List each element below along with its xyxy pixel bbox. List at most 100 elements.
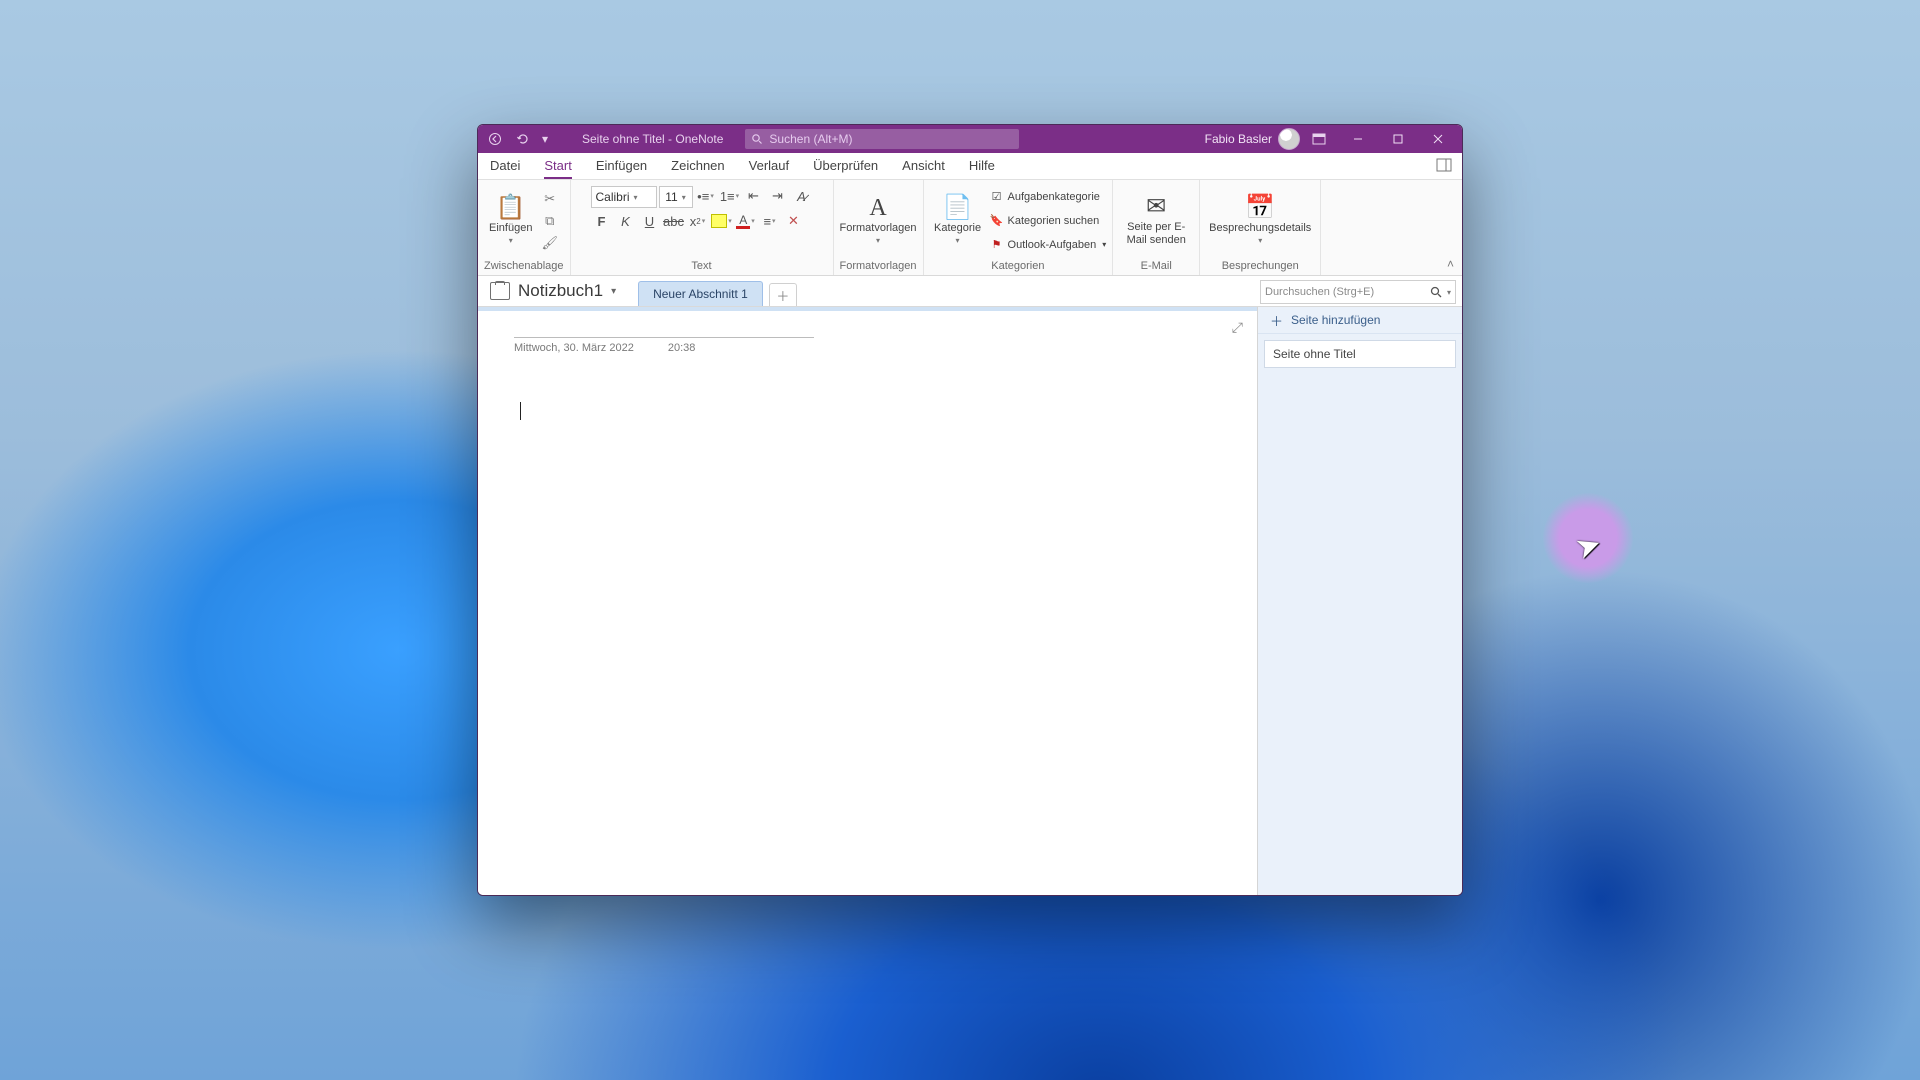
highlight-icon xyxy=(711,214,727,228)
group-label: Kategorien xyxy=(991,257,1044,275)
copy-button[interactable]: ⧉ xyxy=(539,211,561,231)
ribbon: 📋 Einfügen ▾ ✂ ⧉ 🖌 Zwischenablage xyxy=(478,180,1462,276)
group-text: Calibri▾ 11▾ •≡▾ 1≡▾ ⇤ ⇥ A̷ F K xyxy=(571,180,834,275)
outlook-tasks-button[interactable]: ⚑Outlook-Aufgaben▾ xyxy=(990,235,1107,255)
search-icon xyxy=(751,133,763,145)
onenote-window: ▾ Seite ohne Titel - OneNote Suchen (Alt… xyxy=(477,124,1463,896)
align-button[interactable]: ≡▾ xyxy=(759,211,781,231)
letter-a-icon: A xyxy=(869,196,886,220)
delete-format-button[interactable]: ✕ xyxy=(783,211,805,231)
add-section-button[interactable]: ＋ xyxy=(769,283,797,306)
font-name-combo[interactable]: Calibri▾ xyxy=(591,186,657,208)
tag-star-icon: 📄 xyxy=(943,196,973,220)
brush-icon: 🖌 xyxy=(541,235,558,251)
group-label: Besprechungen xyxy=(1222,257,1299,275)
ribbon-tab-strip: Datei Start Einfügen Zeichnen Verlauf Üb… xyxy=(478,153,1462,180)
tab-ansicht[interactable]: Ansicht xyxy=(890,153,957,179)
underline-button[interactable]: U xyxy=(639,211,661,231)
title-search[interactable]: Suchen (Alt+M) xyxy=(745,129,1019,149)
user-name-label: Fabio Basler xyxy=(1205,132,1272,146)
bold-button[interactable]: F xyxy=(591,211,613,231)
paste-button[interactable]: 📋 Einfügen ▾ xyxy=(487,187,535,255)
add-page-button[interactable]: ＋ Seite hinzufügen xyxy=(1258,307,1462,334)
undo-button[interactable] xyxy=(510,128,536,150)
align-icon: ≡ xyxy=(763,214,771,229)
outdent-icon: ⇤ xyxy=(748,188,759,204)
eraser-a-icon: A̷ xyxy=(797,189,806,204)
notebook-search-placeholder: Durchsuchen (Strg+E) xyxy=(1265,286,1374,298)
close-button[interactable] xyxy=(1418,125,1458,153)
chevron-down-icon: ▾ xyxy=(611,286,616,297)
x-icon: ✕ xyxy=(788,213,799,229)
flag-icon: ⚑ xyxy=(990,238,1004,251)
fullscreen-button[interactable]: ⤢ xyxy=(1232,319,1243,336)
task-tag-button[interactable]: ☑Aufgabenkategorie xyxy=(990,187,1107,207)
ribbon-mode-button[interactable] xyxy=(1306,128,1332,150)
tab-einfuegen[interactable]: Einfügen xyxy=(584,153,659,179)
subscript-button[interactable]: x2▾ xyxy=(687,211,709,231)
account-button[interactable]: Fabio Basler xyxy=(1205,128,1300,150)
clipboard-icon: 📋 xyxy=(496,196,526,220)
clear-format-button[interactable]: A̷ xyxy=(791,186,813,206)
tab-datei[interactable]: Datei xyxy=(478,153,532,179)
avatar xyxy=(1278,128,1300,150)
bullets-button[interactable]: •≡▾ xyxy=(695,186,717,206)
notebook-picker[interactable]: Notizbuch1 ▾ xyxy=(478,276,628,306)
tab-ueberpruefen[interactable]: Überprüfen xyxy=(801,153,890,179)
strikethrough-button[interactable]: abc xyxy=(663,211,685,231)
plus-icon: ＋ xyxy=(776,286,789,305)
title-underline xyxy=(514,337,814,338)
collapse-ribbon-button[interactable]: ˄ xyxy=(1447,257,1454,271)
bullets-icon: •≡ xyxy=(697,189,709,204)
main-area: ⤢ Mittwoch, 30. März 2022 20:38 ＋ Seite … xyxy=(478,307,1462,895)
cut-button[interactable]: ✂ xyxy=(539,189,561,209)
tag-button[interactable]: 📄 Kategorie ▾ xyxy=(930,187,986,255)
group-label: E-Mail xyxy=(1141,257,1172,275)
checkbox-icon: ☑ xyxy=(990,190,1004,203)
font-color-button[interactable]: A▾ xyxy=(735,211,757,231)
search-icon xyxy=(1430,286,1443,299)
back-button[interactable] xyxy=(482,128,508,150)
title-bar: ▾ Seite ohne Titel - OneNote Suchen (Alt… xyxy=(478,125,1462,153)
highlight-button[interactable]: ▾ xyxy=(711,211,733,231)
expand-icon: ⤢ xyxy=(1232,319,1243,335)
notes-pane-icon[interactable] xyxy=(1436,158,1452,172)
page-title-area[interactable]: Mittwoch, 30. März 2022 20:38 xyxy=(514,337,1221,354)
numbering-button[interactable]: 1≡▾ xyxy=(719,186,741,206)
section-color-strip xyxy=(478,307,1257,311)
group-label: Text xyxy=(691,257,711,275)
page-canvas[interactable]: ⤢ Mittwoch, 30. März 2022 20:38 xyxy=(478,307,1257,895)
envelope-icon: ✉ xyxy=(1146,195,1166,219)
format-painter-button[interactable]: 🖌 xyxy=(539,233,561,253)
meeting-details-button[interactable]: 📅 Besprechungsdetails ▾ xyxy=(1206,187,1314,255)
outdent-button[interactable]: ⇤ xyxy=(743,186,765,206)
group-email: ✉ Seite per E- Mail senden E-Mail xyxy=(1113,180,1200,275)
page-list-item[interactable]: Seite ohne Titel xyxy=(1264,340,1456,368)
notebook-search[interactable]: Durchsuchen (Strg+E) ▾ xyxy=(1260,280,1456,304)
styles-button[interactable]: A Formatvorlagen ▾ xyxy=(841,187,915,255)
tab-hilfe[interactable]: Hilfe xyxy=(957,153,1007,179)
tab-verlauf[interactable]: Verlauf xyxy=(737,153,801,179)
find-tags-icon: 🔖 xyxy=(990,214,1004,227)
cursor-icon: ➤ xyxy=(1571,526,1607,567)
section-tab[interactable]: Neuer Abschnitt 1 xyxy=(638,281,763,306)
copy-icon: ⧉ xyxy=(545,213,554,229)
email-page-button[interactable]: ✉ Seite per E- Mail senden xyxy=(1119,187,1193,255)
tab-zeichnen[interactable]: Zeichnen xyxy=(659,153,736,179)
qat-customize[interactable]: ▾ xyxy=(538,128,552,150)
group-styles: A Formatvorlagen ▾ Formatvorlagen xyxy=(834,180,924,275)
tab-start[interactable]: Start xyxy=(532,153,583,179)
chevron-up-icon: ˄ xyxy=(1447,257,1454,271)
italic-button[interactable]: K xyxy=(615,211,637,231)
font-size-combo[interactable]: 11▾ xyxy=(659,186,693,208)
indent-button[interactable]: ⇥ xyxy=(767,186,789,206)
group-tags: 📄 Kategorie ▾ ☑Aufgabenkategorie 🔖Katego… xyxy=(924,180,1114,275)
page-date: Mittwoch, 30. März 2022 xyxy=(514,342,634,354)
window-title: Seite ohne Titel - OneNote xyxy=(582,132,723,146)
indent-icon: ⇥ xyxy=(772,188,783,204)
notebook-bar: Notizbuch1 ▾ Neuer Abschnitt 1 ＋ Durchsu… xyxy=(478,276,1462,307)
maximize-button[interactable] xyxy=(1378,125,1418,153)
cursor-highlight xyxy=(1543,493,1633,583)
minimize-button[interactable] xyxy=(1338,125,1378,153)
find-tags-button[interactable]: 🔖Kategorien suchen xyxy=(990,211,1107,231)
